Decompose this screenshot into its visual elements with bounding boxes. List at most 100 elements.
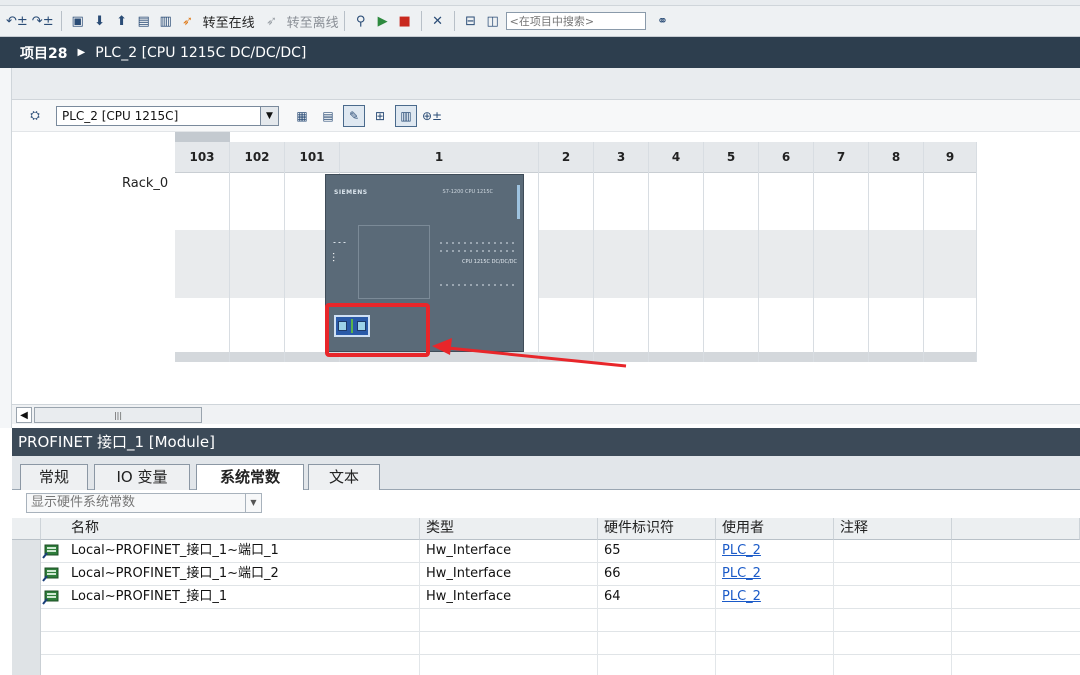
cell-comment[interactable] xyxy=(834,632,952,655)
cell-user[interactable]: PLC_2 xyxy=(716,540,834,563)
cell-user[interactable] xyxy=(716,609,834,632)
download-icon[interactable]: ⬇ xyxy=(91,10,109,32)
cpu-type-label: CPU 1215C DC/DC/DC xyxy=(462,259,517,265)
row-header[interactable] xyxy=(12,609,41,632)
cell-type[interactable]: Hw_Interface xyxy=(420,563,598,586)
go-offline-button[interactable]: 转至离线 xyxy=(287,12,339,31)
simulation-icon[interactable]: ▤ xyxy=(135,10,153,32)
cell-name[interactable]: Local~PROFINET_接口_1~端口_1 xyxy=(41,540,420,563)
cell-user[interactable] xyxy=(716,655,834,675)
cell-user[interactable] xyxy=(716,632,834,655)
rack-slot-4[interactable]: 4 xyxy=(649,142,704,362)
show-graphics-icon[interactable]: ✎ xyxy=(343,104,365,127)
column-header-user[interactable]: 使用者 xyxy=(716,518,834,540)
cell-type[interactable]: Hw_Interface xyxy=(420,540,598,563)
cell-type[interactable]: Hw_Interface xyxy=(420,586,598,609)
cell-hw-id[interactable] xyxy=(598,632,716,655)
chevron-down-icon[interactable]: ▼ xyxy=(261,105,279,126)
device-breadcrumb[interactable]: PLC_2 [CPU 1215C DC/DC/DC] xyxy=(95,45,306,61)
rack-horizontal-scrollbar[interactable]: ◀ ||| xyxy=(12,404,1080,424)
cell-name[interactable] xyxy=(41,632,420,655)
stop-cpu-icon[interactable]: ■ xyxy=(396,10,414,32)
undo-icon[interactable]: ↶± xyxy=(6,10,28,32)
binoculars-icon[interactable]: ⚭ xyxy=(654,10,672,32)
start-cpu-icon[interactable]: ▶ xyxy=(374,10,392,32)
left-collapsed-panel[interactable] xyxy=(0,68,12,428)
cell-name[interactable] xyxy=(41,655,420,675)
device-network-icon[interactable]: ⛭ xyxy=(24,105,46,127)
cell-comment[interactable] xyxy=(834,563,952,586)
cell-hw-id[interactable]: 66 xyxy=(598,563,716,586)
tab-texts[interactable]: 文本 xyxy=(308,464,380,490)
rack-rail-bottom xyxy=(924,352,976,362)
cell-comment[interactable] xyxy=(834,655,952,675)
cell-type[interactable] xyxy=(420,632,598,655)
tab-io-tags[interactable]: IO 变量 xyxy=(94,464,190,490)
tab-general[interactable]: 常规 xyxy=(20,464,88,490)
cell-name[interactable]: Local~PROFINET_接口_1~端口_2 xyxy=(41,563,420,586)
split-horizontal-icon[interactable]: ⊟ xyxy=(462,10,480,32)
scroll-left-icon[interactable]: ◀ xyxy=(16,407,32,423)
rack-rail-bottom xyxy=(869,352,923,362)
cell-comment[interactable] xyxy=(834,540,952,563)
column-header-name[interactable]: 名称 xyxy=(41,518,420,540)
redo-icon[interactable]: ↷± xyxy=(32,10,54,32)
cell-comment[interactable] xyxy=(834,586,952,609)
rack-slot-7[interactable]: 7 xyxy=(814,142,869,362)
show-module-names-icon[interactable]: ▤ xyxy=(317,105,339,127)
rack-slot-3[interactable]: 3 xyxy=(594,142,649,362)
rack-slot-5[interactable]: 5 xyxy=(704,142,759,362)
rack-slot-8[interactable]: 8 xyxy=(869,142,924,362)
rack-slot-6[interactable]: 6 xyxy=(759,142,814,362)
device-overview-icon[interactable]: ▦ xyxy=(291,105,313,127)
rack-slot-2[interactable]: 2 xyxy=(539,142,594,362)
zoom-icon[interactable]: ⊕± xyxy=(421,105,443,127)
column-header-hw-id[interactable]: 硬件标识符 xyxy=(598,518,716,540)
cell-comment[interactable] xyxy=(834,609,952,632)
device-selector[interactable]: PLC_2 [CPU 1215C] ▼ xyxy=(56,105,279,126)
go-online-icon[interactable]: ➶ xyxy=(179,10,197,32)
split-vertical-icon[interactable]: ◫ xyxy=(484,10,502,32)
project-breadcrumb[interactable]: 项目28 xyxy=(20,43,67,63)
table-row[interactable]: Local~PROFINET_接口_1 Hw_Interface 64 PLC_2 xyxy=(12,586,1080,609)
table-row[interactable]: Local~PROFINET_接口_1~端口_2 Hw_Interface 66 PL… xyxy=(12,563,1080,586)
compile-icon[interactable]: ▣ xyxy=(69,10,87,32)
tab-system-constants[interactable]: 系统常数 xyxy=(196,464,304,491)
cell-hw-id[interactable] xyxy=(598,655,716,675)
page-layout-icon[interactable]: ▥ xyxy=(395,104,417,127)
table-row[interactable]: Local~PROFINET_接口_1~端口_1 Hw_Interface 65 PL… xyxy=(12,540,1080,563)
cell-user[interactable]: PLC_2 xyxy=(716,563,834,586)
go-online-button[interactable]: 转至在线 xyxy=(203,12,255,31)
grid-icon[interactable]: ⊞ xyxy=(369,105,391,127)
rack-slot-103[interactable]: 103 xyxy=(175,142,230,362)
project-search-input[interactable] xyxy=(505,12,646,30)
row-header[interactable] xyxy=(12,540,41,563)
scrollbar-thumb[interactable]: ||| xyxy=(34,407,202,423)
cell-name[interactable] xyxy=(41,609,420,632)
cell-user[interactable]: PLC_2 xyxy=(716,586,834,609)
rack-slot-102[interactable]: 102 xyxy=(230,142,285,362)
cell-hw-id[interactable] xyxy=(598,609,716,632)
cell-hw-id[interactable]: 64 xyxy=(598,586,716,609)
go-offline-icon[interactable]: ➶ xyxy=(263,10,281,32)
cell-hw-id[interactable]: 65 xyxy=(598,540,716,563)
row-header[interactable] xyxy=(12,586,41,609)
accessible-devices-icon[interactable]: ⚲ xyxy=(352,10,370,32)
upload-icon[interactable]: ⬆ xyxy=(113,10,131,32)
column-header-comment[interactable]: 注释 xyxy=(834,518,952,540)
slot-number: 7 xyxy=(814,142,868,173)
column-header-type[interactable]: 类型 xyxy=(420,518,598,540)
rack-slot-9[interactable]: 9 xyxy=(924,142,977,362)
cell-type[interactable] xyxy=(420,655,598,675)
cpu-status-bar xyxy=(517,185,520,219)
row-header[interactable] xyxy=(12,632,41,655)
start-simulation-icon[interactable]: ▥ xyxy=(157,10,175,32)
cell-name[interactable]: Local~PROFINET_接口_1 xyxy=(41,586,420,609)
constants-filter-select[interactable]: 显示硬件系统常数 ▼ xyxy=(26,493,262,513)
row-header[interactable] xyxy=(12,563,41,586)
cross-reference-icon[interactable]: ✕ xyxy=(429,10,447,32)
cell-type[interactable] xyxy=(420,609,598,632)
row-header[interactable] xyxy=(12,655,41,675)
device-selector-value[interactable]: PLC_2 [CPU 1215C] xyxy=(56,105,261,126)
chevron-down-icon[interactable]: ▼ xyxy=(245,494,261,512)
